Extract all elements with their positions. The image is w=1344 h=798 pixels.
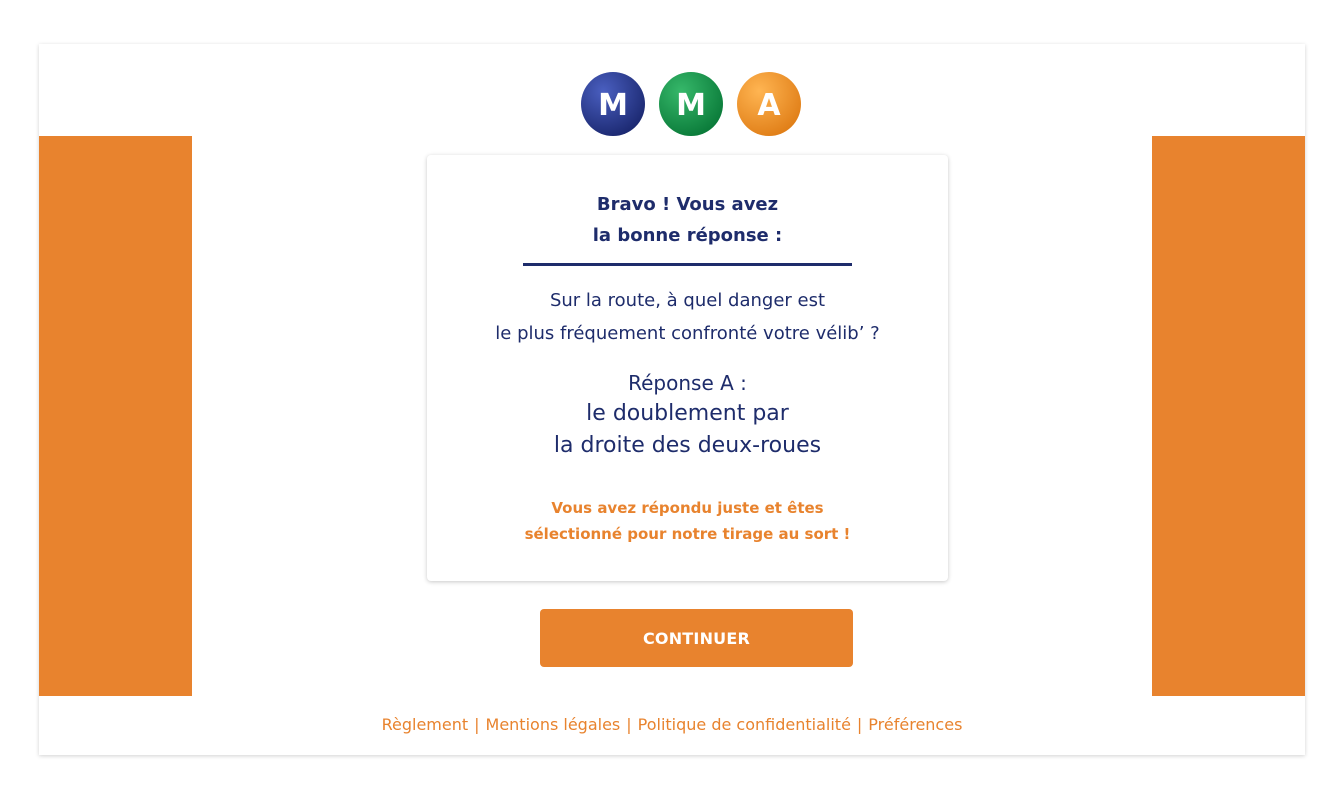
answer-text: le doublement par la droite des deux-rou… bbox=[427, 398, 948, 462]
title-line-1: Bravo ! Vous avez bbox=[596, 194, 779, 215]
logo-circle-a: A bbox=[737, 72, 801, 136]
footer-link-preferences[interactable]: Préférences bbox=[868, 715, 962, 734]
footer-links: Règlement | Mentions légales | Politique de … bbox=[39, 715, 1305, 734]
question-line-1: Sur la route, à quel danger est bbox=[549, 290, 826, 311]
result-card: Bravo ! Vous avez la bonne réponse : Sur… bbox=[427, 155, 948, 581]
svg-text:M: M bbox=[676, 88, 706, 123]
mma-logo: M M A bbox=[580, 71, 803, 138]
selection-message: Vous avez répondu juste et êtes sélectio… bbox=[427, 495, 948, 547]
continue-button[interactable]: CONTINUER bbox=[540, 609, 853, 667]
footer-separator: | bbox=[474, 715, 480, 734]
logo-circle-m1: M bbox=[581, 72, 645, 136]
footer-separator: | bbox=[856, 715, 863, 734]
title-divider bbox=[523, 263, 852, 266]
right-orange-band bbox=[1152, 136, 1305, 696]
footer-link-reglement[interactable]: Règlement bbox=[382, 715, 469, 734]
answer-line-2: la droite des deux-roues bbox=[553, 433, 822, 458]
svg-text:A: A bbox=[757, 88, 781, 123]
left-orange-band bbox=[39, 136, 192, 696]
footer-link-politique-confidentialite[interactable]: Politique de confidentialité bbox=[638, 715, 851, 734]
title-line-2: la bonne réponse : bbox=[592, 225, 783, 246]
svg-text:M: M bbox=[598, 88, 628, 123]
answer-line-1: le doublement par bbox=[586, 401, 789, 426]
logo-circle-m2: M bbox=[659, 72, 723, 136]
selection-line-2: sélectionné pour notre tirage au sort ! bbox=[524, 525, 851, 543]
question-line-2: le plus fréquement confronté votre vélib… bbox=[495, 323, 880, 344]
selection-line-1: Vous avez répondu juste et êtes bbox=[551, 499, 824, 517]
footer-separator: | bbox=[626, 715, 632, 734]
page-frame: M M A Bravo ! Vous avez la bonne réponse… bbox=[39, 44, 1305, 755]
card-title: Bravo ! Vous avez la bonne réponse : bbox=[427, 189, 948, 251]
question-text: Sur la route, à quel danger est le plus … bbox=[427, 284, 948, 350]
answer-label: Réponse A : bbox=[628, 371, 747, 395]
footer-link-mentions-legales[interactable]: Mentions légales bbox=[486, 715, 621, 734]
